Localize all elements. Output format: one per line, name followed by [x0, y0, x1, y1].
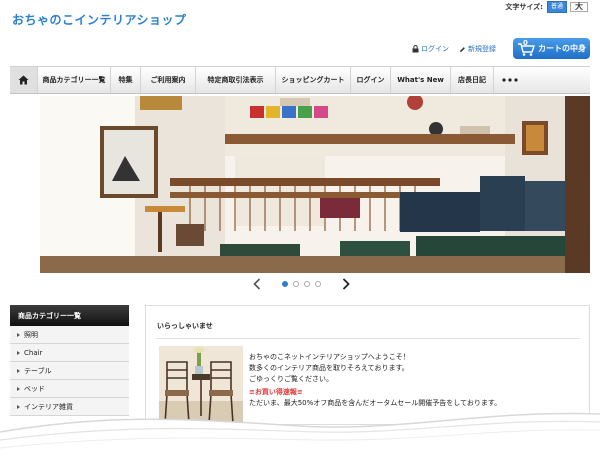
cart-button[interactable]: 0 カートの中身: [513, 38, 590, 59]
sidebar-item-lighting[interactable]: 照明: [10, 326, 129, 344]
lock-icon: [412, 45, 419, 53]
home-icon: [18, 75, 29, 85]
nav-item-whats-new[interactable]: What's New: [391, 67, 451, 93]
slider-dot[interactable]: [282, 281, 288, 287]
arrow-icon: [17, 350, 20, 355]
slider-dot[interactable]: [304, 281, 310, 287]
nav-item-feature[interactable]: 特集: [111, 67, 141, 93]
pencil-icon: [460, 46, 465, 52]
slider-controls: [250, 277, 353, 291]
slider-prev-arrow[interactable]: [250, 277, 264, 291]
welcome-line: おちゃのこネットインテリアショップへようこそ！: [249, 353, 410, 361]
nav-item-login[interactable]: ログイン: [351, 67, 391, 93]
wave-decoration: [0, 412, 600, 460]
welcome-line: ごゆっくりご覧ください。: [249, 375, 333, 383]
sidebar-item-label: ベッド: [24, 384, 45, 393]
font-size-label: 文字サイズ:: [505, 3, 543, 11]
arrow-icon: [17, 332, 20, 337]
nav-item-guide[interactable]: ご利用案内: [141, 67, 196, 93]
login-link[interactable]: ログイン: [412, 44, 449, 54]
chevron-left-icon: [253, 278, 261, 290]
cart-icon: 0: [517, 38, 535, 57]
nav-item-diary[interactable]: 店長日記: [451, 67, 494, 93]
register-link-label: 新規登録: [468, 45, 496, 53]
nav-item-legal[interactable]: 特定商取引法表示: [196, 67, 276, 93]
nav-item-categories[interactable]: 商品カテゴリー一覧: [38, 67, 111, 93]
header-links: ログイン 新規登録: [412, 44, 496, 54]
sale-heading: ≡お買い得速報≡: [249, 388, 303, 396]
global-nav: 商品カテゴリー一覧 特集 ご利用案内 特定商取引法表示 ショッピングカート ログ…: [10, 66, 590, 94]
sidebar-item-chair[interactable]: Chair: [10, 344, 129, 362]
slider-dots: [282, 281, 321, 287]
slider-dot[interactable]: [315, 281, 321, 287]
sidebar-item-label: テーブル: [24, 366, 52, 375]
more-icon: [502, 78, 518, 82]
login-link-label: ログイン: [421, 45, 449, 53]
arrow-icon: [17, 368, 20, 373]
slider-next-arrow[interactable]: [339, 277, 353, 291]
nav-more[interactable]: [494, 67, 526, 93]
sidebar-item-label: 照明: [24, 330, 38, 339]
sidebar-title: 商品カテゴリー一覧: [10, 305, 129, 326]
sidebar-item-label: Chair: [24, 348, 43, 357]
hero-slide-image[interactable]: [40, 96, 590, 273]
slider-dot[interactable]: [293, 281, 299, 287]
cart-count: 0: [523, 38, 528, 47]
sidebar-item-bed[interactable]: ベッド: [10, 380, 129, 398]
site-title[interactable]: おちゃのこインテリアショップ: [12, 11, 187, 28]
welcome-line: 数多くのインテリア商品を取りそろえております。: [249, 364, 409, 372]
font-size-normal-button[interactable]: 普通: [546, 1, 567, 13]
nav-home[interactable]: [10, 67, 38, 93]
welcome-title: いらっしゃいませ: [157, 322, 213, 330]
register-link[interactable]: 新規登録: [459, 44, 496, 54]
divider: [156, 338, 580, 339]
sidebar-item-table[interactable]: テーブル: [10, 362, 129, 380]
chevron-right-icon: [342, 278, 350, 290]
font-size-switcher: 文字サイズ: 普通 大: [505, 1, 588, 13]
nav-item-cart[interactable]: ショッピングカート: [276, 67, 351, 93]
font-size-large-button[interactable]: 大: [570, 2, 588, 12]
arrow-icon: [17, 386, 20, 391]
cart-button-label: カートの中身: [538, 44, 586, 53]
